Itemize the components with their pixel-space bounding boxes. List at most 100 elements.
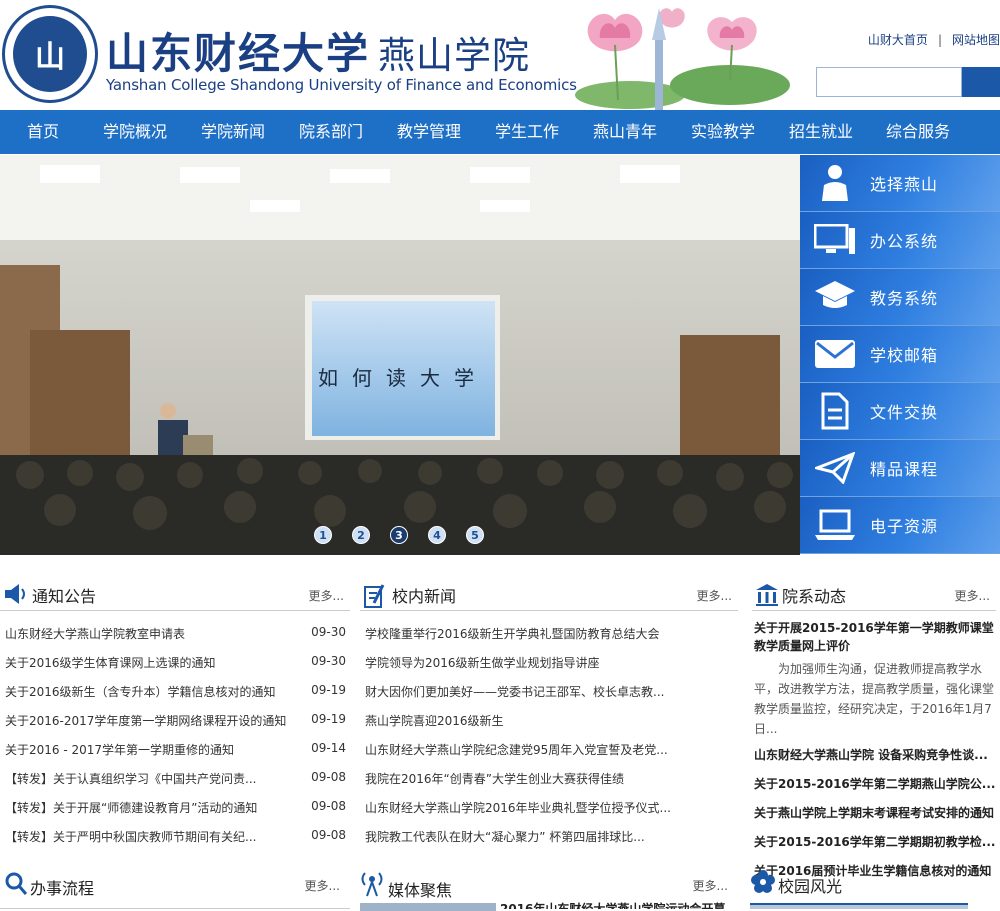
nav-item-lab[interactable]: 实验教学 xyxy=(674,110,772,154)
notice-row[interactable]: 【转发】关于认真组织学习《中国共产党问责... 09-08 xyxy=(0,762,350,791)
nav-item-departments[interactable]: 院系部门 xyxy=(282,110,380,154)
news-title: 燕山学院喜迎2016级新生 xyxy=(365,714,504,728)
site-title-main: 山东财经大学 xyxy=(106,29,371,78)
seal-emblem: 山 xyxy=(13,16,87,92)
notice-row[interactable]: 【转发】关于严明中秋国庆教师节期间有关纪... 09-08 xyxy=(0,820,350,849)
news-row[interactable]: 我院教工代表队在财大“凝心聚力” 杯第四届排球比... xyxy=(360,820,738,849)
news-row[interactable]: 我院在2016年“创青春”大学生创业大赛获得佳绩 xyxy=(360,762,738,791)
student-icon xyxy=(822,165,848,201)
speaker-icon xyxy=(5,584,25,604)
flower-icon xyxy=(751,870,775,893)
media-more-link[interactable]: 更多... xyxy=(693,877,728,894)
university-seal-logo[interactable]: 山 xyxy=(2,5,98,103)
notice-title: 关于2016级新生（含专升本）学籍信息核对的通知 xyxy=(5,685,276,699)
notice-title: 关于2016级学生体育课网上选课的通知 xyxy=(5,656,216,670)
nav-item-home[interactable]: 首页 xyxy=(0,110,86,154)
quick-link-label: 选择燕山 xyxy=(870,175,939,194)
news-row[interactable]: 山东财经大学燕山学院纪念建党95周年入党宣誓及老党... xyxy=(360,733,738,762)
quick-link-quality-courses[interactable]: 精品课程 xyxy=(800,440,1000,497)
news-title: 我院在2016年“创青春”大学生创业大赛获得佳绩 xyxy=(365,772,624,786)
banner-dot-5[interactable]: 5 xyxy=(466,526,484,544)
quick-link-label: 学校邮箱 xyxy=(870,346,939,365)
notice-date: 09-08 xyxy=(311,770,346,784)
nav-item-services[interactable]: 综合服务 xyxy=(870,110,966,154)
news-title: 山东财经大学燕山学院纪念建党95周年入党宣誓及老党... xyxy=(365,743,668,757)
campus-news-more-link[interactable]: 更多... xyxy=(697,587,732,604)
notice-title: 【转发】关于严明中秋国庆教师节期间有关纪... xyxy=(5,830,257,844)
nav-item-admissions[interactable]: 招生就业 xyxy=(772,110,870,154)
notice-row[interactable]: 关于2016 - 2017学年第一学期重修的通知 09-14 xyxy=(0,733,350,762)
news-row[interactable]: 学院领导为2016级新生做学业规划指导讲座 xyxy=(360,646,738,675)
notices-section: 通知公告 更多... 山东财经大学燕山学院教室申请表 09-30 关于2016级学… xyxy=(0,579,350,849)
news-title: 我院教工代表队在财大“凝心聚力” 杯第四届排球比... xyxy=(365,830,645,844)
department-news-more-link[interactable]: 更多... xyxy=(955,587,990,604)
campus-news-section: 校内新闻 更多... 学校隆重举行2016级新生开学典礼暨国防教育总结大会 学院… xyxy=(360,579,738,849)
search-input[interactable] xyxy=(816,67,962,97)
sitemap-link[interactable]: 网站地图 xyxy=(952,33,1000,47)
procedures-title: 办事流程 xyxy=(30,879,95,898)
notice-date: 09-08 xyxy=(311,828,346,842)
home-link[interactable]: 山财大首页 xyxy=(868,33,928,47)
quick-link-academic-system[interactable]: 教务系统 xyxy=(800,269,1000,326)
news-row[interactable]: 山东财经大学燕山学院2016年毕业典礼暨学位授予仪式... xyxy=(360,791,738,820)
nav-item-teaching[interactable]: 教学管理 xyxy=(380,110,478,154)
graduation-cap-icon xyxy=(815,281,855,308)
top-links-separator: | xyxy=(937,33,942,47)
hero-banner-image[interactable]: 如何读大学 xyxy=(0,155,800,555)
notice-row[interactable]: 山东财经大学燕山学院教室申请表 09-30 xyxy=(0,617,350,646)
notice-row[interactable]: 关于2016级学生体育课网上选课的通知 09-30 xyxy=(0,646,350,675)
banner-dot-3[interactable]: 3 xyxy=(390,526,408,544)
nav-item-news[interactable]: 学院新闻 xyxy=(184,110,282,154)
site-header: 山 山东财经大学 燕山学院 Yanshan College Shandong Un… xyxy=(0,0,1000,110)
laptop-icon xyxy=(815,509,855,540)
media-thumbnail[interactable] xyxy=(360,903,496,911)
campus-photo-strip[interactable] xyxy=(750,903,968,909)
news-title: 学院领导为2016级新生做学业规划指导讲座 xyxy=(365,656,600,670)
notice-row[interactable]: 关于2016级新生（含专升本）学籍信息核对的通知 09-19 xyxy=(0,675,350,704)
dept-news-item[interactable]: 山东财经大学燕山学院 设备采购竞争性谈... xyxy=(754,741,996,770)
news-row[interactable]: 学校隆重举行2016级新生开学典礼暨国防教育总结大会 xyxy=(360,617,738,646)
dept-feature-title[interactable]: 关于开展2015-2016学年第一学期教师课堂教学质量网上评价 xyxy=(754,619,996,655)
quick-link-office-system[interactable]: 办公系统 xyxy=(800,212,1000,269)
quick-link-label: 教务系统 xyxy=(870,289,939,308)
campus-news-header: 校内新闻 更多... xyxy=(360,579,738,611)
broadcast-icon xyxy=(361,872,383,897)
quick-link-e-resources[interactable]: 电子资源 xyxy=(800,497,1000,554)
dept-feature-body: 为加强师生沟通，促进教师提高教学水平，改进教学方法，提高教学质量，强化课堂教学质… xyxy=(754,662,995,736)
department-news-section: 院系动态 更多... 关于开展2015-2016学年第一学期教师课堂教学质量网上… xyxy=(752,579,996,886)
building-icon xyxy=(756,584,778,606)
media-first-title[interactable]: 2016年山东财经大学燕山学院运动会开幕 xyxy=(500,900,725,909)
notice-row[interactable]: 关于2016-2017学年度第一学期网络课程开设的通知 09-19 xyxy=(0,704,350,733)
quick-link-file-exchange[interactable]: 文件交换 xyxy=(800,383,1000,440)
nav-item-about[interactable]: 学院概况 xyxy=(86,110,184,154)
quick-link-label: 办公系统 xyxy=(870,232,939,251)
notices-header: 通知公告 更多... xyxy=(0,579,350,611)
notice-date: 09-14 xyxy=(311,741,346,755)
nav-item-youth[interactable]: 燕山青年 xyxy=(576,110,674,154)
notice-row[interactable]: 【转发】关于开展“师德建设教育月”活动的通知 09-08 xyxy=(0,791,350,820)
quick-link-school-mail[interactable]: 学校邮箱 xyxy=(800,326,1000,383)
procedures-more-link[interactable]: 更多... xyxy=(305,877,340,894)
news-row[interactable]: 财大因你们更加美好——党委书记王邵军、校长卓志教... xyxy=(360,675,738,704)
dept-news-item[interactable]: 关于2015-2016学年第二学期燕山学院公... xyxy=(754,770,996,799)
notice-date: 09-30 xyxy=(311,625,346,639)
nav-item-students[interactable]: 学生工作 xyxy=(478,110,576,154)
notices-title: 通知公告 xyxy=(32,587,97,606)
site-title[interactable]: 山东财经大学 燕山学院 xyxy=(106,20,530,81)
site-title-sub: 燕山学院 xyxy=(378,34,531,77)
notices-more-link[interactable]: 更多... xyxy=(309,587,344,604)
dept-news-item[interactable]: 关于燕山学院上学期末考课程考试安排的通知 xyxy=(754,799,996,828)
paper-plane-icon xyxy=(815,452,855,484)
procedures-header: 办事流程 更多... xyxy=(0,869,350,909)
department-news-title: 院系动态 xyxy=(782,587,847,606)
notice-title: 关于2016 - 2017学年第一学期重修的通知 xyxy=(5,743,235,757)
news-row[interactable]: 燕山学院喜迎2016级新生 xyxy=(360,704,738,733)
dept-news-item[interactable]: 关于2015-2016学年第二学期期初教学检... xyxy=(754,828,996,857)
search-button[interactable] xyxy=(962,67,1000,97)
banner-dot-2[interactable]: 2 xyxy=(352,526,370,544)
banner-dot-1[interactable]: 1 xyxy=(314,526,332,544)
media-header: 媒体聚焦 更多... 2016年山东财经大学燕山学院运动会开幕 xyxy=(360,869,738,911)
quick-link-choose-yanshan[interactable]: 选择燕山 xyxy=(800,155,1000,212)
banner-dot-4[interactable]: 4 xyxy=(428,526,446,544)
notice-title: 关于2016-2017学年度第一学期网络课程开设的通知 xyxy=(5,714,287,728)
